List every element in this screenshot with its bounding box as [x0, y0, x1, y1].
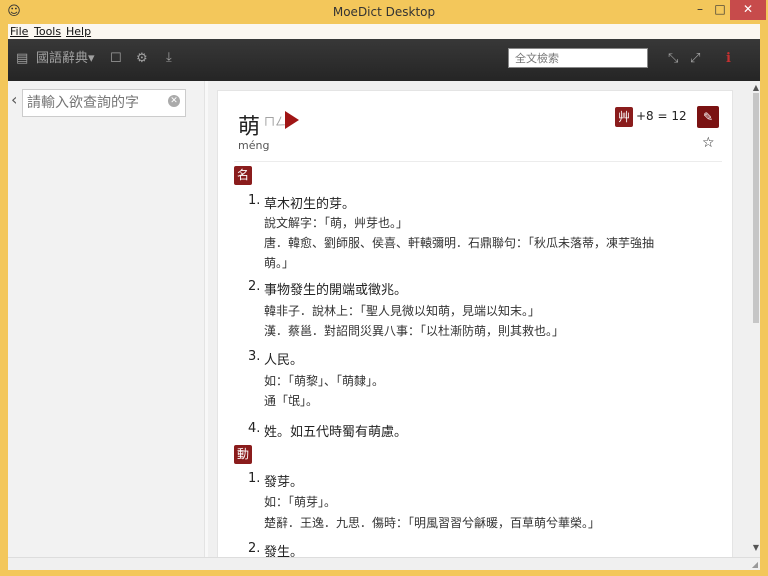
resize-grip-icon[interactable]: ◢ [752, 560, 758, 569]
menu-help[interactable]: Help [66, 25, 91, 38]
menu-file[interactable]: File [10, 25, 28, 38]
scroll-down-icon[interactable]: ▼ [752, 543, 760, 552]
content-area: ‹ ✕ 萌 ㄇㄥˊ méng 艸 +8 = 12 ✎ ☆ 名 1. 草木初生的芽… [8, 81, 760, 557]
book-icon[interactable]: ▤ [16, 51, 28, 67]
close-button[interactable]: ✕ [730, 0, 766, 20]
example-line: 說文解字：「萌，艸芽也。」 [264, 216, 409, 230]
menu-bar: File Tools Help [8, 24, 760, 39]
query-input[interactable] [22, 89, 186, 117]
definition-number: 1. [248, 193, 261, 208]
entry-pinyin: méng [238, 139, 270, 152]
vertical-scrollbar[interactable]: ▲ ▼ [752, 81, 760, 557]
fulltext-search-input[interactable] [508, 48, 648, 68]
back-arrow-icon[interactable]: ‹ [11, 90, 17, 109]
example-line: 如：「萌黎」、「萌隸」。 [264, 374, 385, 388]
play-icon[interactable] [285, 111, 299, 129]
divider [234, 161, 722, 162]
info-icon[interactable]: i [726, 51, 731, 67]
toolbar: ▤ 國語辭典▾ ☐ ⚙ ⤓ ⤡ ⤢ i [8, 39, 760, 81]
entry-character: 萌 [238, 115, 261, 140]
edit-button[interactable]: ✎ [697, 106, 719, 128]
sidebar: ‹ ✕ [8, 81, 205, 557]
example-line: 楚辭．王逸．九思．傷時：「明風習習兮龢暖，百草萌兮華榮。」 [264, 516, 601, 530]
scroll-up-icon[interactable]: ▲ [752, 83, 760, 92]
radical-badge[interactable]: 艸 [615, 107, 633, 127]
entry-card: 萌 ㄇㄥˊ méng 艸 +8 = 12 ✎ ☆ 名 1. 草木初生的芽。 說文… [217, 90, 733, 557]
status-bar: ◢ [8, 557, 760, 570]
shrink-icon[interactable]: ⤡ [668, 51, 678, 67]
download-icon[interactable]: ⤓ [166, 50, 172, 66]
definition-number: 4. [248, 421, 261, 436]
definition-text: 發芽。 [264, 475, 304, 490]
definition-text: 人民。 [264, 353, 304, 368]
definition-text: 發生。 [264, 545, 304, 557]
pencil-icon: ✎ [702, 110, 714, 124]
star-icon[interactable]: ☆ [702, 135, 715, 151]
example-line: 唐．韓愈、劉師服、侯喜、軒轅彌明．石鼎聯句：「秋瓜未落蒂，凍芋強抽 [264, 236, 655, 250]
pos-badge-noun: 名 [234, 166, 252, 185]
clear-icon[interactable]: ✕ [168, 95, 180, 107]
example-line: 漢．蔡邕．對詔問災異八事：「以杜漸防萌，則其救也。」 [264, 324, 565, 338]
title-bar[interactable]: ☺ MoeDict Desktop – □ ✕ [0, 0, 768, 24]
example-line: 通「氓」。 [264, 394, 319, 408]
window-title: MoeDict Desktop [332, 5, 436, 19]
definition-number: 2. [248, 279, 261, 294]
definition-text: 草木初生的芽。 [264, 197, 356, 212]
bookmark-icon[interactable]: ☐ [110, 51, 122, 67]
expand-icon[interactable]: ⤢ [690, 51, 700, 67]
dictionary-selector[interactable]: 國語辭典▾ [36, 51, 95, 67]
scroll-thumb[interactable] [753, 93, 759, 323]
definition-number: 3. [248, 349, 261, 364]
stroke-count: +8 = 12 [636, 109, 687, 123]
menu-tools[interactable]: Tools [34, 25, 61, 38]
example-line: 如：「萌芽」。 [264, 495, 337, 509]
definition-text: 事物發生的開端或徵兆。 [264, 283, 408, 298]
pos-badge-verb: 動 [234, 445, 252, 464]
app-window: ☺ MoeDict Desktop – □ ✕ File Tools Help … [0, 0, 768, 576]
entry-panel: 萌 ㄇㄥˊ méng 艸 +8 = 12 ✎ ☆ 名 1. 草木初生的芽。 說文… [208, 81, 752, 557]
definition-number: 1. [248, 471, 261, 486]
example-line: 韓非子．說林上：「聖人見微以知萌，見端以知末。」 [264, 304, 541, 318]
definition-number: 2. [248, 541, 261, 556]
definition-text: 姓。如五代時蜀有萌慮。 [264, 425, 408, 440]
example-line: 萌。」 [264, 256, 295, 270]
settings-icon[interactable]: ⚙ [136, 51, 148, 67]
maximize-button[interactable]: □ [710, 0, 730, 20]
minimize-button[interactable]: – [690, 0, 710, 20]
